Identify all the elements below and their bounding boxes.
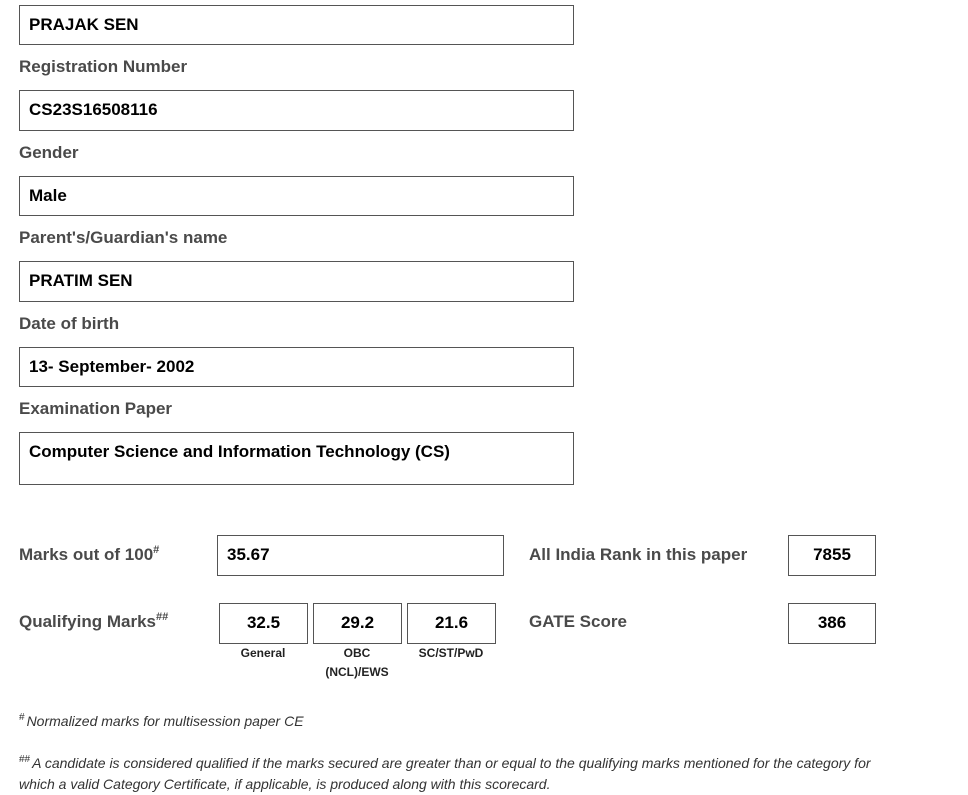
paper-value: Computer Science and Information Technol… [19, 432, 574, 485]
dob-value: 13- September- 2002 [19, 347, 574, 387]
marks-label: Marks out of 100# [19, 544, 160, 565]
footnote-normalized: # Normalized marks for multisession paper… [19, 712, 304, 730]
marks-value: 35.67 [217, 535, 504, 576]
rank-value: 7855 [788, 535, 876, 576]
qualifying-sc-caption: SC/ST/PwD [418, 646, 484, 660]
dob-label: Date of birth [19, 314, 120, 333]
gender-label: Gender [19, 143, 79, 162]
marks-footnote-mark: # [153, 544, 160, 556]
qualifying-obc-value: 29.2 [313, 603, 402, 644]
rank-label: All India Rank in this paper [529, 545, 748, 564]
qualifying-general-caption: General [240, 646, 286, 660]
qualifying-obc-caption: OBC (NCL)/EWS [325, 646, 389, 679]
guardian-name-value: PRATIM SEN [19, 261, 574, 302]
gate-score-value: 386 [788, 603, 876, 644]
gender-value: Male [19, 176, 574, 216]
footnote-qualified: ## A candidate is considered qualified if… [19, 754, 871, 793]
guardian-label: Parent's/Guardian's name [19, 228, 228, 247]
registration-label: Registration Number [19, 57, 188, 76]
name-value: PRAJAK SEN [19, 5, 574, 45]
qualifying-footnote-mark: ## [155, 611, 169, 623]
registration-number-value: CS23S16508116 [19, 90, 574, 131]
qualifying-sc-value: 21.6 [407, 603, 496, 644]
gate-score-label: GATE Score [529, 612, 627, 631]
paper-label: Examination Paper [19, 399, 173, 418]
qualifying-general-value: 32.5 [219, 603, 308, 644]
qualifying-label: Qualifying Marks## [19, 611, 169, 632]
